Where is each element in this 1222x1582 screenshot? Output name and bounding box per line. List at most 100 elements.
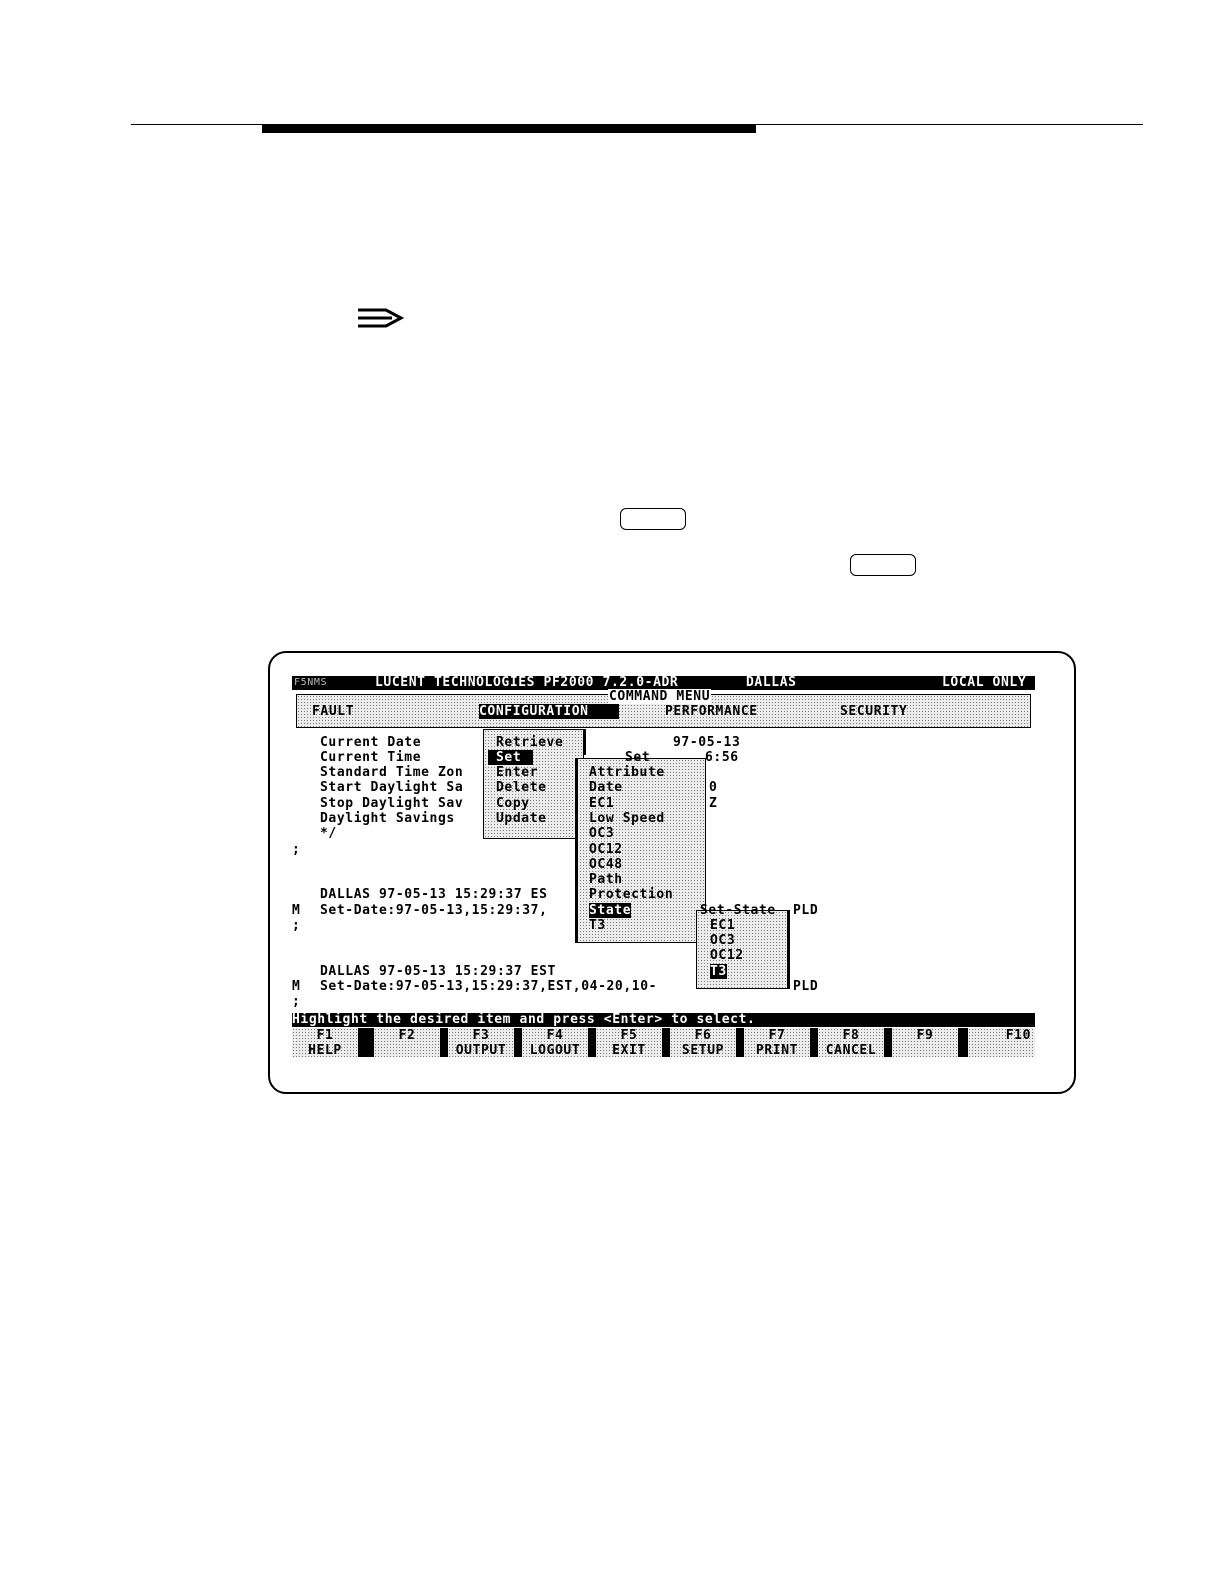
prompt-mark: M	[292, 979, 301, 994]
set-item-path[interactable]: Path	[589, 872, 623, 887]
fkey-label: HELP	[308, 1043, 342, 1058]
set-item-t3[interactable]: T3	[589, 918, 606, 933]
state-item-ec1[interactable]: EC1	[710, 918, 735, 933]
set-item-low-speed[interactable]: Low Speed	[589, 811, 665, 826]
set-item-oc48[interactable]: OC48	[589, 857, 623, 872]
fkey-number: F7	[768, 1028, 786, 1043]
fkey-f9[interactable]: F9	[892, 1028, 958, 1057]
fkey-number: F3	[472, 1028, 490, 1043]
fkey-f6[interactable]: F6 SETUP	[670, 1028, 736, 1058]
command-menu-label: COMMAND MENU	[608, 689, 712, 704]
log-line: DALLAS 97-05-13 15:29:37 ES	[320, 887, 548, 902]
fkey-separator	[810, 1028, 818, 1057]
fkey-label: LOGOUT	[529, 1043, 581, 1058]
header-bar	[262, 124, 756, 133]
fkey-f10[interactable]: F10	[968, 1028, 1035, 1057]
fkey-label: CANCEL	[825, 1043, 877, 1058]
fkey-separator	[958, 1028, 968, 1057]
status-text: Highlight the desired item and press <En…	[292, 1012, 756, 1027]
fkey-separator	[884, 1028, 892, 1057]
menu-shadow	[575, 758, 578, 943]
fkey-separator	[514, 1028, 522, 1057]
fkey-number: F2	[398, 1028, 416, 1043]
set-item-date[interactable]: Date	[589, 780, 623, 795]
config-item-retrieve[interactable]: Retrieve	[496, 735, 563, 750]
config-item-delete[interactable]: Delete	[496, 780, 547, 795]
title-site: DALLAS	[746, 675, 797, 690]
fkey-number: F9	[916, 1028, 934, 1043]
fkey-number: F4	[546, 1028, 564, 1043]
fkey-number: F1	[316, 1028, 334, 1043]
fkey-f2[interactable]: F2	[374, 1028, 440, 1057]
prompt-mark: ;	[292, 842, 301, 857]
bg-line: Current Date	[320, 735, 422, 750]
key-symbol-2	[850, 554, 916, 576]
config-item-enter[interactable]: Enter	[496, 765, 538, 780]
set-item-state[interactable]: State	[589, 903, 632, 918]
set-item-oc12[interactable]: OC12	[589, 842, 623, 857]
fkey-separator	[662, 1028, 670, 1057]
fkey-number: F10	[1005, 1028, 1031, 1043]
bg-value: 97-05-13	[673, 735, 741, 750]
state-item-oc12[interactable]: OC12	[710, 948, 744, 963]
menu-performance[interactable]: PERFORMANCE	[665, 704, 758, 719]
set-item-ec1[interactable]: EC1	[589, 796, 614, 811]
log-line-tail: PLD	[793, 903, 819, 918]
config-item-set[interactable]: Set	[488, 750, 534, 765]
menu-shadow	[787, 910, 790, 989]
fkey-label: EXIT	[612, 1043, 646, 1058]
bg-line: Start Daylight Sa	[320, 780, 464, 795]
fkey-separator	[358, 1028, 374, 1057]
fkey-number: F6	[694, 1028, 712, 1043]
set-item-attribute[interactable]: Attribute	[589, 765, 665, 780]
bg-line: Standard Time Zon	[320, 765, 464, 780]
fkey-f5[interactable]: F5 EXIT	[596, 1028, 662, 1058]
title-left-text: F5NMS	[294, 677, 328, 688]
fkey-f3[interactable]: F3 OUTPUT	[448, 1028, 514, 1058]
bg-line: */	[320, 826, 337, 841]
menu-shadow	[583, 729, 586, 755]
menu-security[interactable]: SECURITY	[840, 704, 907, 719]
note-pencil-icon	[358, 308, 404, 328]
title-bar: F5NMS LUCENT TECHNOLOGIES PF2000 7.2.0-A…	[292, 675, 1035, 690]
fkey-separator	[440, 1028, 448, 1057]
prompt-mark: ;	[292, 994, 301, 1009]
fkey-label: SETUP	[681, 1043, 725, 1058]
log-line: DALLAS 97-05-13 15:29:37 EST	[320, 964, 556, 979]
state-item-oc3[interactable]: OC3	[710, 933, 735, 948]
key-symbol-1	[620, 508, 686, 530]
fkey-number: F5	[620, 1028, 638, 1043]
status-bar: Highlight the desired item and press <En…	[292, 1012, 1035, 1027]
fkey-f4[interactable]: F4 LOGOUT	[522, 1028, 588, 1058]
fkey-label: PRINT	[755, 1043, 799, 1058]
fkey-number: F8	[842, 1028, 860, 1043]
prompt-mark: ;	[292, 918, 301, 933]
state-item-t3[interactable]: T3	[710, 964, 727, 979]
config-item-update[interactable]: Update	[496, 811, 547, 826]
title-text: LUCENT TECHNOLOGIES PF2000 7.2.0-ADR	[375, 675, 679, 690]
fkey-separator	[588, 1028, 596, 1057]
set-item-oc3[interactable]: OC3	[589, 826, 614, 841]
log-line: Set-Date:97-05-13,15:29:37,	[320, 903, 548, 918]
fkey-f1[interactable]: F1 HELP	[292, 1028, 358, 1058]
prompt-mark: M	[292, 903, 301, 918]
bg-line: Stop Daylight Sav	[320, 796, 464, 811]
bg-value: Z	[709, 796, 718, 811]
bg-value: 0	[709, 780, 718, 795]
config-item-copy[interactable]: Copy	[496, 796, 530, 811]
terminal-screen: F5NMS LUCENT TECHNOLOGIES PF2000 7.2.0-A…	[292, 675, 1035, 1058]
menu-configuration[interactable]: CONFIGURATION	[479, 704, 619, 719]
fkey-label: OUTPUT	[455, 1043, 507, 1058]
menu-fault[interactable]: FAULT	[312, 704, 354, 719]
fkey-f8[interactable]: F8 CANCEL	[818, 1028, 884, 1058]
log-line: Set-Date:97-05-13,15:29:37,EST,04-20,10-	[320, 979, 658, 994]
state-menu-title: Set-State	[700, 903, 776, 918]
title-mode: LOCAL ONLY	[942, 675, 1027, 690]
fkey-separator	[736, 1028, 744, 1057]
bg-line: Current Time	[320, 750, 422, 765]
fkey-f7[interactable]: F7 PRINT	[744, 1028, 810, 1058]
set-menu-title: Set	[625, 750, 651, 765]
set-item-protection[interactable]: Protection	[589, 887, 673, 902]
bg-value: 6:56	[705, 750, 739, 765]
log-line-tail: PLD	[793, 979, 819, 994]
